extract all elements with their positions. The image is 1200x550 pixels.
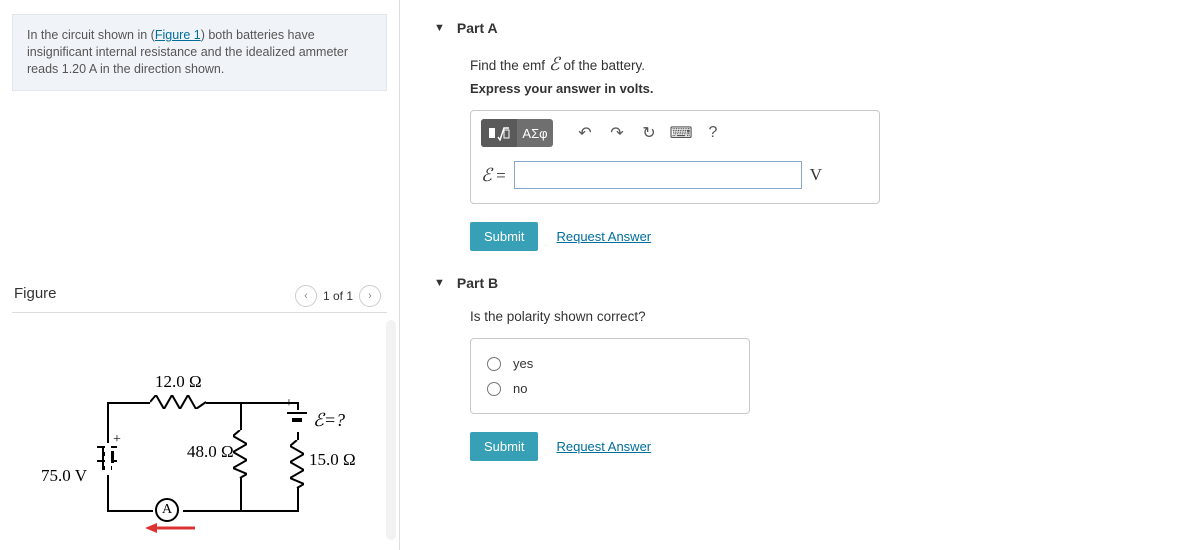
- reset-button[interactable]: ↻: [635, 121, 663, 145]
- part-b-header[interactable]: ▼ Part B: [416, 269, 1186, 297]
- part-a-body: Find the emf ℰ of the battery. Express y…: [416, 42, 1186, 269]
- formula-toolbar: ΑΣφ ↶ ↷ ↻ ⌨ ?: [481, 119, 869, 147]
- formula-mode-group: ΑΣφ: [481, 119, 553, 147]
- figure-nav: ‹ 1 of 1 ›: [295, 285, 381, 307]
- undo-button[interactable]: ↶: [571, 121, 599, 145]
- radio-no[interactable]: [487, 382, 501, 396]
- part-b-title: Part B: [457, 275, 498, 291]
- figure-scrollbar[interactable]: [386, 320, 396, 540]
- option-no-label: no: [513, 381, 527, 396]
- figure-prev-button[interactable]: ‹: [295, 285, 317, 307]
- figure-next-button[interactable]: ›: [359, 285, 381, 307]
- circuit-figure: 12.0 Ω 48.0 Ω 15.0 Ω + 75.0 V: [35, 350, 365, 540]
- emf-label: ℰ=?: [313, 410, 345, 431]
- submit-button-a[interactable]: Submit: [470, 222, 538, 251]
- option-yes-label: yes: [513, 356, 533, 371]
- collapse-icon: ▼: [434, 22, 445, 34]
- v-left-label: 75.0 V: [41, 466, 87, 486]
- problem-statement: In the circuit shown in (Figure 1) both …: [12, 14, 387, 91]
- request-answer-link-b[interactable]: Request Answer: [556, 439, 651, 454]
- figure-link[interactable]: Figure 1: [155, 28, 201, 42]
- figure-divider: [12, 312, 387, 313]
- r-top-label: 12.0 Ω: [155, 372, 202, 392]
- redo-button[interactable]: ↷: [603, 121, 631, 145]
- greek-button[interactable]: ΑΣφ: [517, 119, 553, 147]
- option-no[interactable]: no: [487, 376, 733, 401]
- radio-yes[interactable]: [487, 357, 501, 371]
- answer-var: ℰ =: [481, 165, 506, 186]
- right-column: ▼ Part A Find the emf ℰ of the battery. …: [416, 0, 1186, 479]
- collapse-icon: ▼: [434, 277, 445, 289]
- figure-counter: 1 of 1: [323, 289, 353, 303]
- r-right-label: 15.0 Ω: [309, 450, 356, 470]
- answer-input[interactable]: [514, 161, 802, 189]
- answer-unit: V: [810, 165, 822, 185]
- part-b-instruction: Is the polarity shown correct?: [470, 309, 1186, 324]
- left-column: In the circuit shown in (Figure 1) both …: [0, 0, 400, 550]
- option-yes[interactable]: yes: [487, 351, 733, 376]
- figure-heading: Figure: [14, 285, 57, 302]
- plus-right: +: [285, 396, 293, 412]
- part-a-instruction: Find the emf ℰ of the battery.: [470, 54, 1186, 75]
- help-button[interactable]: ?: [699, 121, 727, 145]
- part-b-body: Is the polarity shown correct? yes no Su…: [416, 297, 1186, 479]
- request-answer-link-a[interactable]: Request Answer: [556, 229, 651, 244]
- current-arrow-icon: [145, 520, 195, 540]
- fraction-sqrt-button[interactable]: [481, 119, 517, 147]
- answer-box-b: yes no: [470, 338, 750, 414]
- plus-left: +: [113, 432, 121, 448]
- answer-line: ℰ = V: [481, 161, 869, 189]
- ammeter-icon: A: [155, 498, 179, 522]
- part-a-hint: Express your answer in volts.: [470, 81, 1186, 96]
- problem-text-pre: In the circuit shown in (: [27, 28, 155, 42]
- r-mid-label: 48.0 Ω: [187, 442, 234, 462]
- submit-button-b[interactable]: Submit: [470, 432, 538, 461]
- keyboard-button[interactable]: ⌨: [667, 121, 695, 145]
- part-a-header[interactable]: ▼ Part A: [416, 14, 1186, 42]
- answer-box-a: ΑΣφ ↶ ↷ ↻ ⌨ ? ℰ = V: [470, 110, 880, 204]
- part-a-title: Part A: [457, 20, 498, 36]
